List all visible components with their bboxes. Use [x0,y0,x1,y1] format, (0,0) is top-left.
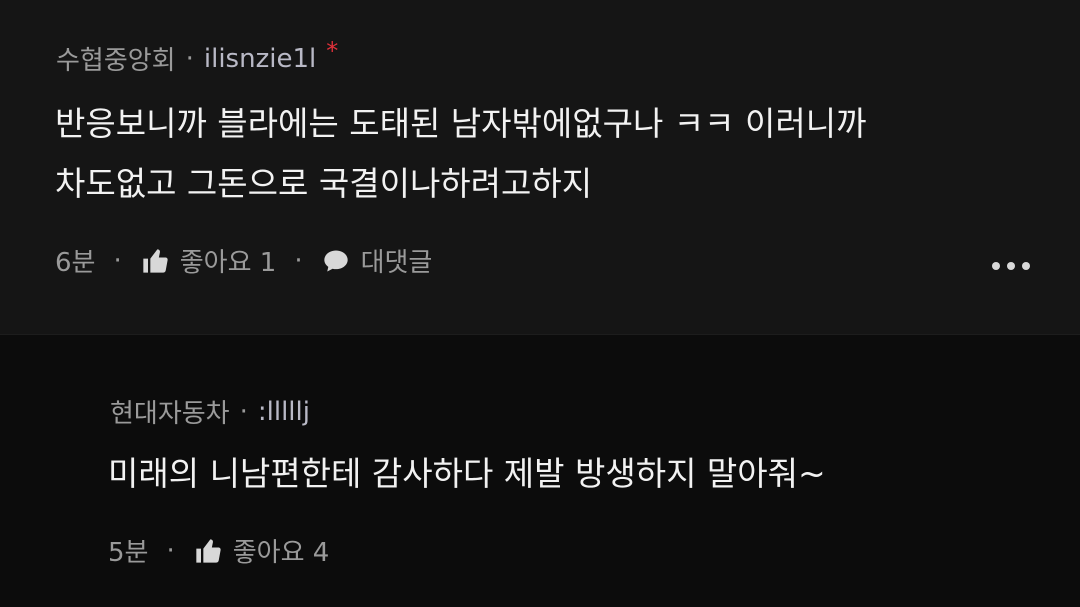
dot [1022,262,1030,270]
separator-dot: · [113,245,122,276]
comment-card: 수협중앙회 · ilisnzie1l * 반응보니까 블라에는 도태된 남자밖에… [0,0,1080,335]
separator-dot: · [239,396,248,427]
comment-line: 차도없고 그돈으로 국결이나하려고하지 [55,164,593,203]
more-dots-icon[interactable] [992,262,1030,270]
comment-line: 반응보니까 블라에는 도태된 남자밖에없구나 ㅋㅋ 이러니까 [55,104,867,143]
like-label: 좋아요 1 [179,248,277,278]
comment-actions: 6분 · 좋아요 1 · 대댓글 [55,242,432,279]
comment-author[interactable]: 현대자동차 · :lllllj [110,393,310,430]
comment-actions: 5분 · 좋아요 4 [108,532,329,569]
comment-line: 미래의 니남편한테 감사하다 제발 방생하지 말아줘~ [108,454,826,493]
comment-body: 반응보니까 블라에는 도태된 남자밖에없구나 ㅋㅋ 이러니까 차도없고 그돈으로… [55,94,866,214]
comment-author[interactable]: 수협중앙회 · ilisnzie1l * [56,36,339,77]
like-label: 좋아요 4 [232,538,330,568]
author-company: 수협중앙회 [56,46,176,76]
comment-body: 미래의 니남편한테 감사하다 제발 방생하지 말아줘~ [108,444,826,504]
reply-button[interactable]: 대댓글 [321,242,433,279]
speech-bubble-icon [321,247,351,275]
author-handle: :lllllj [257,396,310,427]
reply-label: 대댓글 [360,248,433,278]
reply-card: 현대자동차 · :lllllj 미래의 니남편한테 감사하다 제발 방생하지 말… [0,336,1080,607]
thumbs-up-icon [140,247,170,275]
separator-dot: · [185,43,194,74]
required-badge-icon: * [326,36,339,65]
like-button[interactable]: 좋아요 4 [193,532,330,569]
thumbs-up-icon [193,537,223,565]
like-button[interactable]: 좋아요 1 [140,242,277,279]
separator-dot: · [166,535,175,566]
author-handle: ilisnzie1l [203,43,317,74]
comment-time: 6분 [55,248,96,278]
separator-dot: · [294,245,303,276]
dot [1007,262,1015,270]
author-company: 현대자동차 [110,399,230,429]
comment-time: 5분 [108,538,149,568]
dot [992,262,1000,270]
